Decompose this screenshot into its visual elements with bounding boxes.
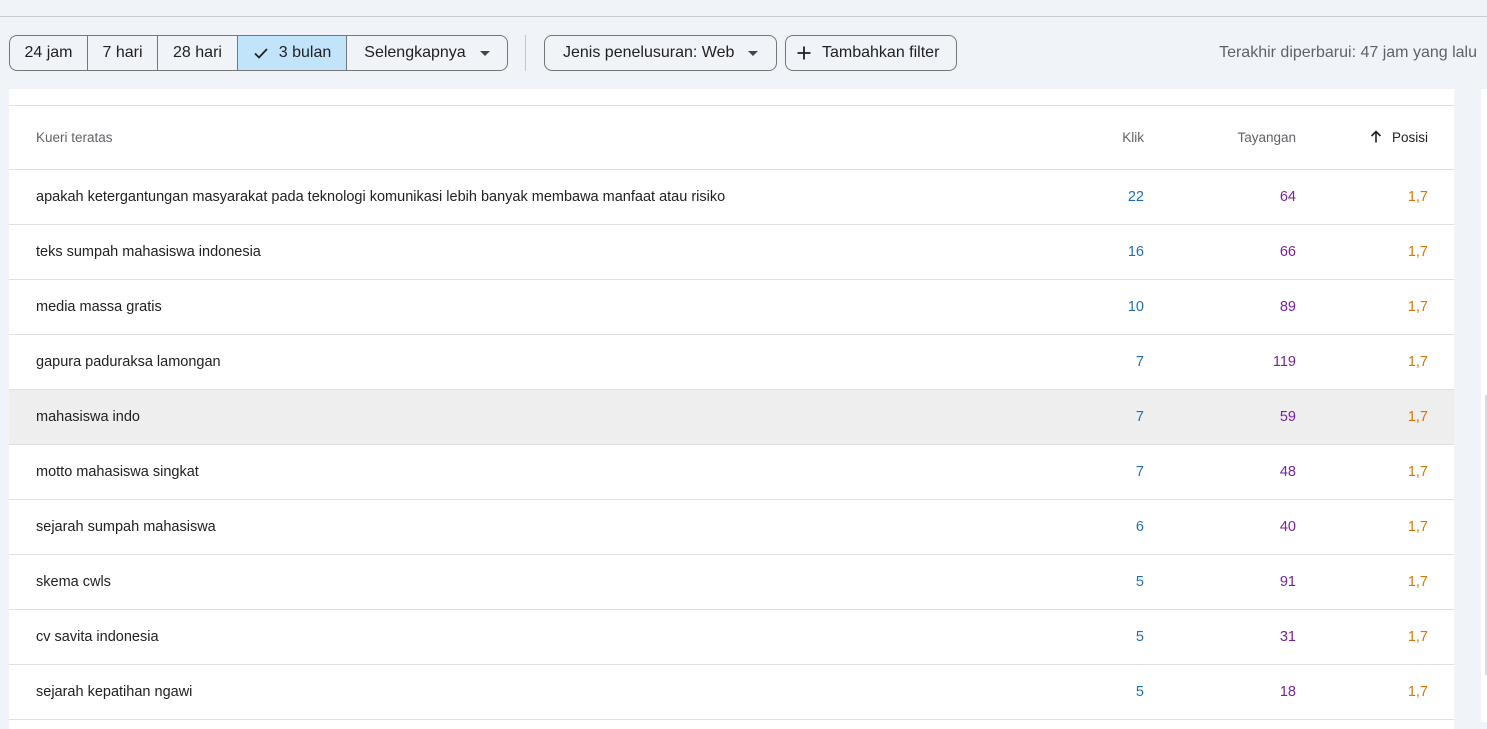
impressions-cell: 48 xyxy=(1279,464,1296,480)
queries-table: Kueri teratas Klik Tayangan Posisi apaka… xyxy=(9,89,1454,729)
impressions-cell: 64 xyxy=(1279,189,1296,205)
position-cell: 1,7 xyxy=(1407,629,1428,645)
add-filter-button[interactable]: Tambahkan filter xyxy=(785,35,958,71)
top-divider xyxy=(0,16,1487,17)
query-cell: apakah ketergantungan masyarakat pada te… xyxy=(36,189,726,205)
query-cell: cv savita indonesia xyxy=(36,629,159,645)
date-option-3-bulan[interactable]: 3 bulan xyxy=(238,36,347,70)
impressions-cell: 40 xyxy=(1279,519,1296,535)
date-option-label: 7 hari xyxy=(102,44,143,61)
query-cell: motto mahasiswa singkat xyxy=(36,464,199,480)
plus-icon xyxy=(797,46,811,60)
impressions-cell: 31 xyxy=(1279,629,1296,645)
date-option-24-jam[interactable]: 24 jam xyxy=(10,36,88,70)
table-row[interactable]: teks sumpah mahasiswa indonesia 16 66 1,7 xyxy=(9,225,1454,280)
search-type-chip[interactable]: Jenis penelusuran: Web xyxy=(544,35,778,71)
impressions-cell: 59 xyxy=(1279,409,1296,425)
impressions-cell: 18 xyxy=(1279,684,1296,700)
impressions-cell: 89 xyxy=(1279,299,1296,315)
table-row[interactable]: skema cwls 5 91 1,7 xyxy=(9,555,1454,610)
clicks-cell: 5 xyxy=(1135,574,1144,590)
table-row[interactable]: sejarah sumpah mahasiswa 6 40 1,7 xyxy=(9,500,1454,555)
column-header-impressions[interactable]: Tayangan xyxy=(1237,106,1296,170)
clicks-cell: 7 xyxy=(1135,464,1144,480)
position-cell: 1,7 xyxy=(1407,189,1428,205)
column-header-query[interactable]: Kueri teratas xyxy=(36,106,113,170)
caret-down-icon xyxy=(479,50,490,56)
impressions-cell: 66 xyxy=(1279,244,1296,260)
date-option-label: 28 hari xyxy=(173,44,222,61)
query-cell: media massa gratis xyxy=(36,299,162,315)
table-row[interactable]: media massa gratis 10 89 1,7 xyxy=(9,280,1454,335)
position-cell: 1,7 xyxy=(1407,519,1428,535)
clicks-cell: 10 xyxy=(1127,299,1144,315)
table-row[interactable]: apakah ketergantungan masyarakat pada te… xyxy=(9,170,1454,225)
clicks-cell: 5 xyxy=(1135,684,1144,700)
date-more-dropdown[interactable]: Selengkapnya xyxy=(347,36,507,70)
position-cell: 1,7 xyxy=(1407,574,1428,590)
table-row[interactable]: mahasiswa indo 7 59 1,7 xyxy=(9,390,1454,445)
date-option-label: 24 jam xyxy=(24,44,73,61)
query-cell: sejarah kepatihan ngawi xyxy=(36,684,193,700)
date-more-label: Selengkapnya xyxy=(364,44,466,61)
search-type-label: Jenis penelusuran: Web xyxy=(563,44,735,61)
date-range-selector: 24 jam 7 hari 28 hari 3 bulan Selengkapn… xyxy=(9,35,508,71)
check-icon xyxy=(254,48,268,59)
table-row[interactable]: motto mahasiswa singkat 7 48 1,7 xyxy=(9,445,1454,500)
clicks-cell: 22 xyxy=(1127,189,1144,205)
clicks-cell: 16 xyxy=(1127,244,1144,260)
table-row[interactable]: sejarah kepatihan ngawi 5 18 1,7 xyxy=(9,665,1454,720)
caret-down-icon xyxy=(748,50,759,56)
toolbar-divider xyxy=(525,35,526,71)
query-cell: mahasiswa indo xyxy=(36,409,140,425)
clicks-cell: 7 xyxy=(1135,409,1144,425)
clicks-cell: 7 xyxy=(1135,354,1144,370)
query-cell: skema cwls xyxy=(36,574,111,590)
table-header: Kueri teratas Klik Tayangan Posisi xyxy=(9,106,1454,170)
impressions-cell: 119 xyxy=(1272,354,1296,370)
date-option-28-hari[interactable]: 28 hari xyxy=(158,36,238,70)
position-cell: 1,7 xyxy=(1407,684,1428,700)
position-cell: 1,7 xyxy=(1407,409,1428,425)
table-row[interactable]: cv savita indonesia 5 31 1,7 xyxy=(9,610,1454,665)
position-cell: 1,7 xyxy=(1407,464,1428,480)
query-cell: gapura paduraksa lamongan xyxy=(36,354,221,370)
impressions-cell: 91 xyxy=(1279,574,1296,590)
last-updated-text: Terakhir diperbarui: 47 jam yang lalu xyxy=(1219,44,1477,61)
clicks-cell: 6 xyxy=(1135,519,1144,535)
date-option-label: 3 bulan xyxy=(278,44,332,61)
date-option-7-hari[interactable]: 7 hari xyxy=(88,36,158,70)
query-cell: teks sumpah mahasiswa indonesia xyxy=(36,244,261,260)
position-cell: 1,7 xyxy=(1407,354,1428,370)
table-row[interactable]: gapura paduraksa lamongan 7 119 1,7 xyxy=(9,335,1454,390)
column-header-position[interactable]: Posisi xyxy=(1370,106,1428,170)
column-header-position-label: Posisi xyxy=(1391,130,1428,145)
sort-arrow-up-icon xyxy=(1370,130,1382,143)
position-cell: 1,7 xyxy=(1407,299,1428,315)
column-header-clicks[interactable]: Klik xyxy=(1122,106,1144,170)
add-filter-label: Tambahkan filter xyxy=(822,44,940,61)
query-cell: sejarah sumpah mahasiswa xyxy=(36,519,216,535)
clicks-cell: 5 xyxy=(1135,629,1144,645)
position-cell: 1,7 xyxy=(1407,244,1428,260)
